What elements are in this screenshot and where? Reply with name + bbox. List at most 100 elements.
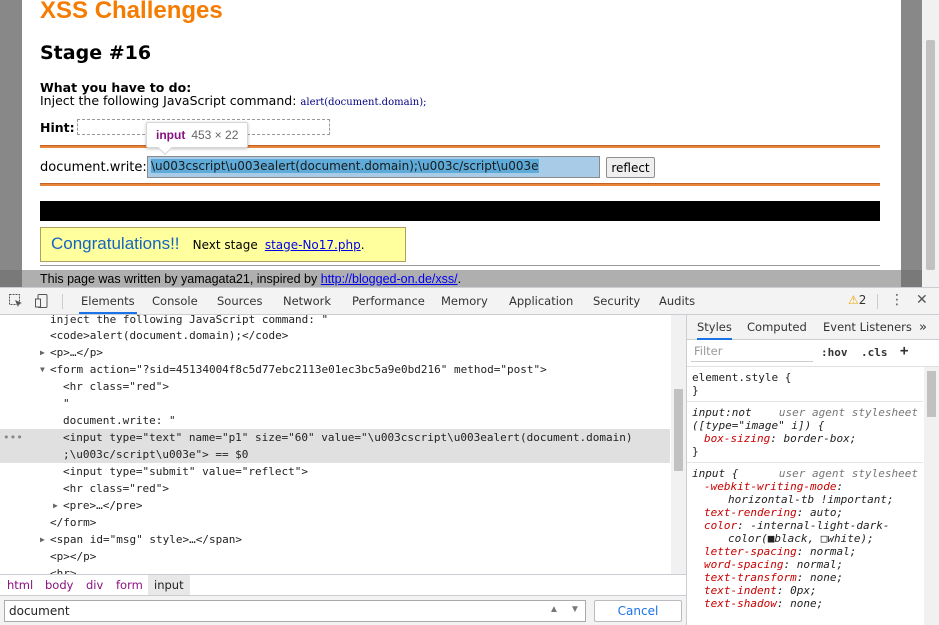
tab-event-listeners[interactable]: Event Listeners [823,315,912,340]
breadcrumb-body[interactable]: body [45,578,73,592]
elements-scrollbar[interactable] [671,315,686,574]
property-name: text-rendering [704,506,797,519]
elements-scrollbar-thumb[interactable] [674,389,683,471]
warning-icon: ⚠ [848,293,859,307]
tree-line[interactable]: <hr> [50,565,686,574]
tab-application[interactable]: Application [507,288,575,314]
tab-performance[interactable]: Performance [350,288,427,314]
document-write-label: document.write: [40,160,147,175]
warnings-counter[interactable]: ⚠2 [848,293,866,307]
tree-line[interactable]: " [63,395,686,412]
rule-origin: user agent stylesheet [778,406,918,419]
style-rule-element[interactable]: element.style { } [687,367,923,402]
find-next-icon[interactable]: ▼ [570,604,580,615]
find-input[interactable]: document [4,600,586,622]
node-menu-dots-icon[interactable]: ••• [3,429,23,446]
expand-triangle-icon[interactable]: ▶ [40,531,45,548]
congratulations-message: Congratulations!! Next stage stage-No17.… [40,227,406,262]
styles-filter-input[interactable]: Filter [691,344,813,362]
property-value: horizontal-tb !important; [728,493,894,506]
tab-sources[interactable]: Sources [215,288,265,314]
tab-elements[interactable]: Elements [79,288,137,314]
tab-console[interactable]: Console [150,288,200,314]
tree-line[interactable]: ▼ <form action="?sid=45134004f8c5d77ebc21… [40,361,686,378]
selected-input-node[interactable]: ••• <input type="text" name="p1" size="60… [0,429,670,446]
style-property: -webkit-writing-mode: [704,480,844,493]
property-value: -internal-light-dark- [750,519,890,532]
rule-close: } [692,384,699,397]
tree-line[interactable]: <p></p> [50,548,686,565]
expand-triangle-icon[interactable]: ▶ [40,344,45,361]
property-name: letter-spacing [704,545,797,558]
breadcrumb-input[interactable]: input [148,575,190,595]
tab-audits[interactable]: Audits [657,288,697,314]
rule-origin: user agent stylesheet [778,467,918,480]
footer-text: This page was written by yamagata21, ins… [40,272,318,286]
tab-network[interactable]: Network [281,288,333,314]
reflect-button[interactable]: reflect [606,157,655,178]
style-property: letter-spacing: normal; [704,545,857,558]
more-tabs-icon[interactable]: » [919,315,927,340]
property-value: auto; [809,506,844,519]
tree-line[interactable]: <code>alert(document.domain);</code> [50,327,686,344]
collapse-triangle-icon[interactable]: ▼ [40,361,45,378]
tree-line-text: <input type="text" name="p1" size="60" v… [63,431,633,444]
styles-scrollbar[interactable] [924,367,939,625]
property-name: color [704,519,738,532]
property-value: border-box; [783,432,857,445]
tree-line[interactable]: ▶ <span id="msg" style>…</span> [40,531,686,548]
tree-line[interactable]: ▶ <p>…</p> [40,344,686,361]
tooltip-dimensions: 453 × 22 [191,128,239,142]
page-scrollbar-thumb[interactable] [926,40,935,270]
rule-close: } [692,445,699,458]
hint-label: Hint: [40,120,75,135]
tree-line-text: <span id="msg" style>…</span> [50,533,243,546]
device-toolbar-icon[interactable] [34,293,50,309]
congrats-heading: Congratulations!! [51,234,180,253]
tree-line[interactable]: <input type="submit" value="reflect"> [63,463,686,480]
tree-line-text: <form action="?sid=45134004f8c5d77ebc211… [50,363,547,376]
new-rule-icon[interactable]: + [900,343,908,359]
style-rule-input-not[interactable]: input:not user agent stylesheet ([type="i… [687,402,923,463]
tree-line[interactable]: <hr class="red"> [63,378,686,395]
selected-input-node-cont[interactable]: ;\u003c/script\u003e"> == $0 [0,446,670,463]
rule-selector-cont: ([type="image" i]) { [692,419,825,432]
expand-triangle-icon[interactable]: ▶ [53,497,58,514]
elements-tree[interactable]: inject the following JavaScript command:… [0,315,686,574]
rule-selector: element.style { [692,371,792,384]
tab-memory[interactable]: Memory [439,288,490,314]
tab-computed[interactable]: Computed [747,315,807,340]
tree-line[interactable]: document.write: " [63,412,686,429]
class-toggle[interactable]: .cls [861,346,888,359]
find-cancel-button[interactable]: Cancel [594,600,682,622]
warning-count: 2 [858,293,867,307]
inspect-element-icon[interactable] [8,293,24,309]
styles-filter-bar: Filter :hov .cls + [687,340,939,367]
tree-line[interactable]: </form> [50,514,686,531]
tab-styles[interactable]: Styles [697,315,732,340]
property-value: none; [790,597,824,610]
more-options-icon[interactable]: ⋮ [890,292,904,308]
breadcrumb-form[interactable]: form [116,578,143,592]
next-stage-period: . [360,238,365,252]
breadcrumb-div[interactable]: div [86,578,103,592]
find-previous-icon[interactable]: ▲ [549,604,559,615]
style-property: text-transform: none; [704,571,844,584]
tree-line[interactable]: <hr class="red"> [63,480,686,497]
close-devtools-icon[interactable]: ✕ [916,292,928,308]
payload-input[interactable]: \u003cscript\u003ealert(document.domain)… [147,156,600,178]
footer-link[interactable]: http://blogged-on.de/xss/ [321,272,458,286]
tree-line[interactable]: ▶ <pre>…</pre> [53,497,686,514]
footer-period: . [457,272,462,286]
page-scrollbar[interactable] [922,0,939,287]
breadcrumb-html[interactable]: html [7,578,33,592]
next-stage-link[interactable]: stage-No17.php [265,238,361,252]
style-rule-input[interactable]: input {user agent stylesheet -webkit-wri… [687,463,923,614]
tab-security[interactable]: Security [591,288,642,314]
hover-state-toggle[interactable]: :hov [821,346,848,359]
rule-selector: input:not [692,406,752,419]
tooltip-tag: input [156,128,186,142]
styles-scrollbar-thumb[interactable] [927,371,936,417]
stage-heading: Stage #16 [40,42,152,64]
style-property: box-sizing: border-box; [704,432,857,445]
